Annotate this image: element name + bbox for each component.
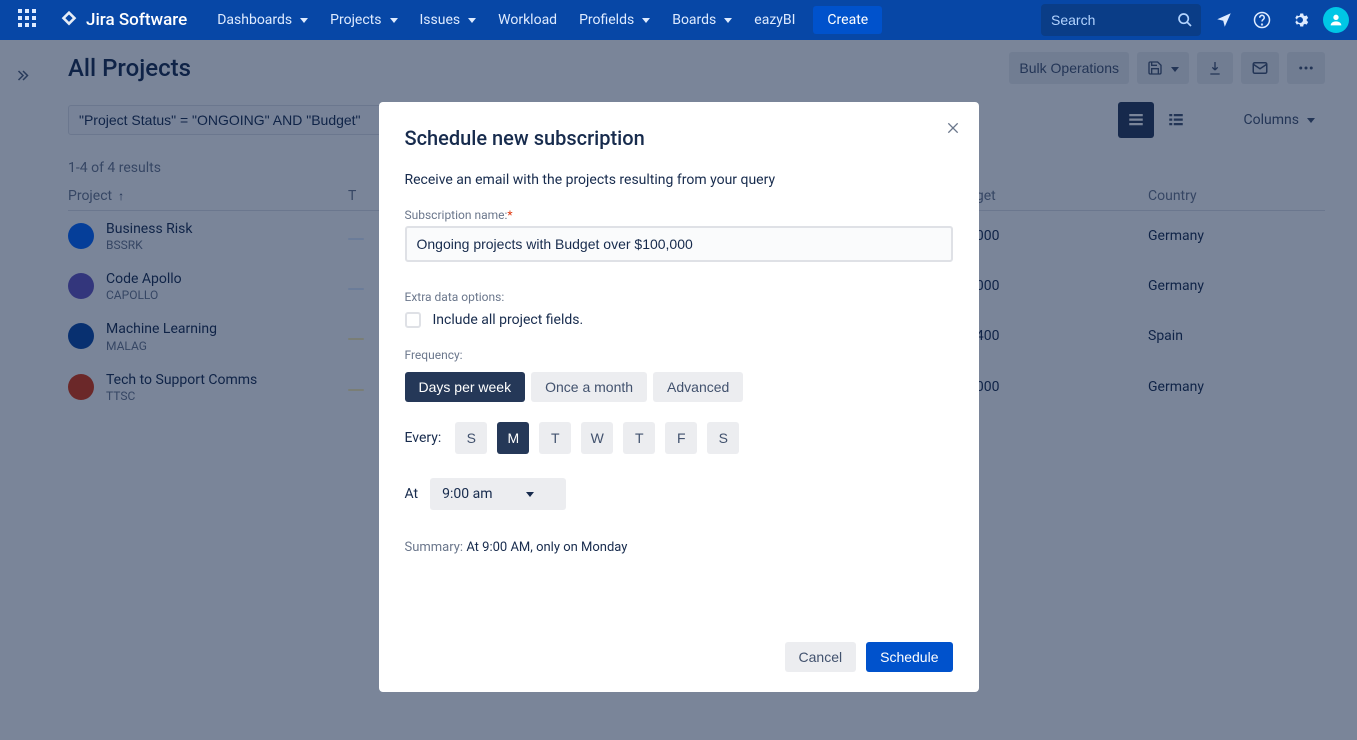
extra-data-label: Extra data options: bbox=[405, 290, 953, 304]
freq-once-a-month[interactable]: Once a month bbox=[531, 372, 647, 402]
day-thu[interactable]: T bbox=[623, 422, 655, 454]
settings-icon[interactable] bbox=[1285, 5, 1315, 35]
at-label: At bbox=[405, 486, 419, 502]
close-button[interactable] bbox=[945, 120, 961, 141]
search-wrapper bbox=[1041, 4, 1201, 36]
notifications-icon[interactable] bbox=[1209, 5, 1239, 35]
nav-links: Dashboards Projects Issues Workload Prof… bbox=[207, 6, 882, 34]
nav-issues[interactable]: Issues bbox=[410, 6, 487, 34]
schedule-modal: Schedule new subscription Receive an ema… bbox=[379, 102, 979, 692]
day-mon[interactable]: M bbox=[497, 422, 529, 454]
page-body: All Projects Bulk Operations bbox=[0, 40, 1357, 740]
top-navigation: Jira Software Dashboards Projects Issues… bbox=[0, 0, 1357, 40]
nav-right bbox=[1041, 4, 1349, 36]
nav-dashboards[interactable]: Dashboards bbox=[207, 6, 318, 34]
app-switcher-icon[interactable] bbox=[8, 9, 46, 31]
freq-days-per-week[interactable]: Days per week bbox=[405, 372, 526, 402]
subscription-name-label: Subscription name:* bbox=[405, 208, 953, 222]
create-button[interactable]: Create bbox=[813, 6, 882, 34]
frequency-label: Frequency: bbox=[405, 348, 953, 362]
include-all-checkbox[interactable] bbox=[405, 312, 421, 328]
freq-advanced[interactable]: Advanced bbox=[653, 372, 743, 402]
modal-footer: Cancel Schedule bbox=[405, 642, 953, 672]
jira-logo[interactable]: Jira Software bbox=[46, 9, 199, 31]
day-wed[interactable]: W bbox=[581, 422, 613, 454]
day-fri[interactable]: F bbox=[665, 422, 697, 454]
time-select[interactable]: 9:00 am bbox=[430, 478, 566, 510]
modal-description: Receive an email with the projects resul… bbox=[405, 172, 953, 188]
jira-icon bbox=[58, 9, 80, 31]
summary-line: Summary: At 9:00 AM, only on Monday bbox=[405, 540, 953, 555]
chevron-down-icon bbox=[522, 486, 534, 502]
time-row: At 9:00 am bbox=[405, 478, 953, 510]
nav-eazybi[interactable]: eazyBI bbox=[744, 6, 805, 34]
schedule-button[interactable]: Schedule bbox=[866, 642, 952, 672]
include-all-label: Include all project fields. bbox=[433, 312, 584, 328]
frequency-tabs: Days per week Once a month Advanced bbox=[405, 372, 953, 402]
day-sun[interactable]: S bbox=[455, 422, 487, 454]
nav-boards[interactable]: Boards bbox=[662, 6, 742, 34]
close-icon bbox=[945, 120, 961, 136]
nav-projects[interactable]: Projects bbox=[320, 6, 407, 34]
nav-workload[interactable]: Workload bbox=[488, 6, 567, 34]
brand-text: Jira Software bbox=[86, 10, 187, 30]
modal-title: Schedule new subscription bbox=[405, 126, 953, 150]
every-label: Every: bbox=[405, 430, 442, 446]
cancel-button[interactable]: Cancel bbox=[785, 642, 857, 672]
day-tue[interactable]: T bbox=[539, 422, 571, 454]
subscription-name-input[interactable] bbox=[405, 226, 953, 262]
search-icon bbox=[1177, 12, 1193, 32]
modal-overlay: Schedule new subscription Receive an ema… bbox=[0, 40, 1357, 740]
help-icon[interactable] bbox=[1247, 5, 1277, 35]
user-avatar[interactable] bbox=[1323, 7, 1349, 33]
include-all-row: Include all project fields. bbox=[405, 312, 953, 328]
day-sat[interactable]: S bbox=[707, 422, 739, 454]
nav-profields[interactable]: Profields bbox=[569, 6, 660, 34]
days-row: Every: S M T W T F S bbox=[405, 422, 953, 454]
